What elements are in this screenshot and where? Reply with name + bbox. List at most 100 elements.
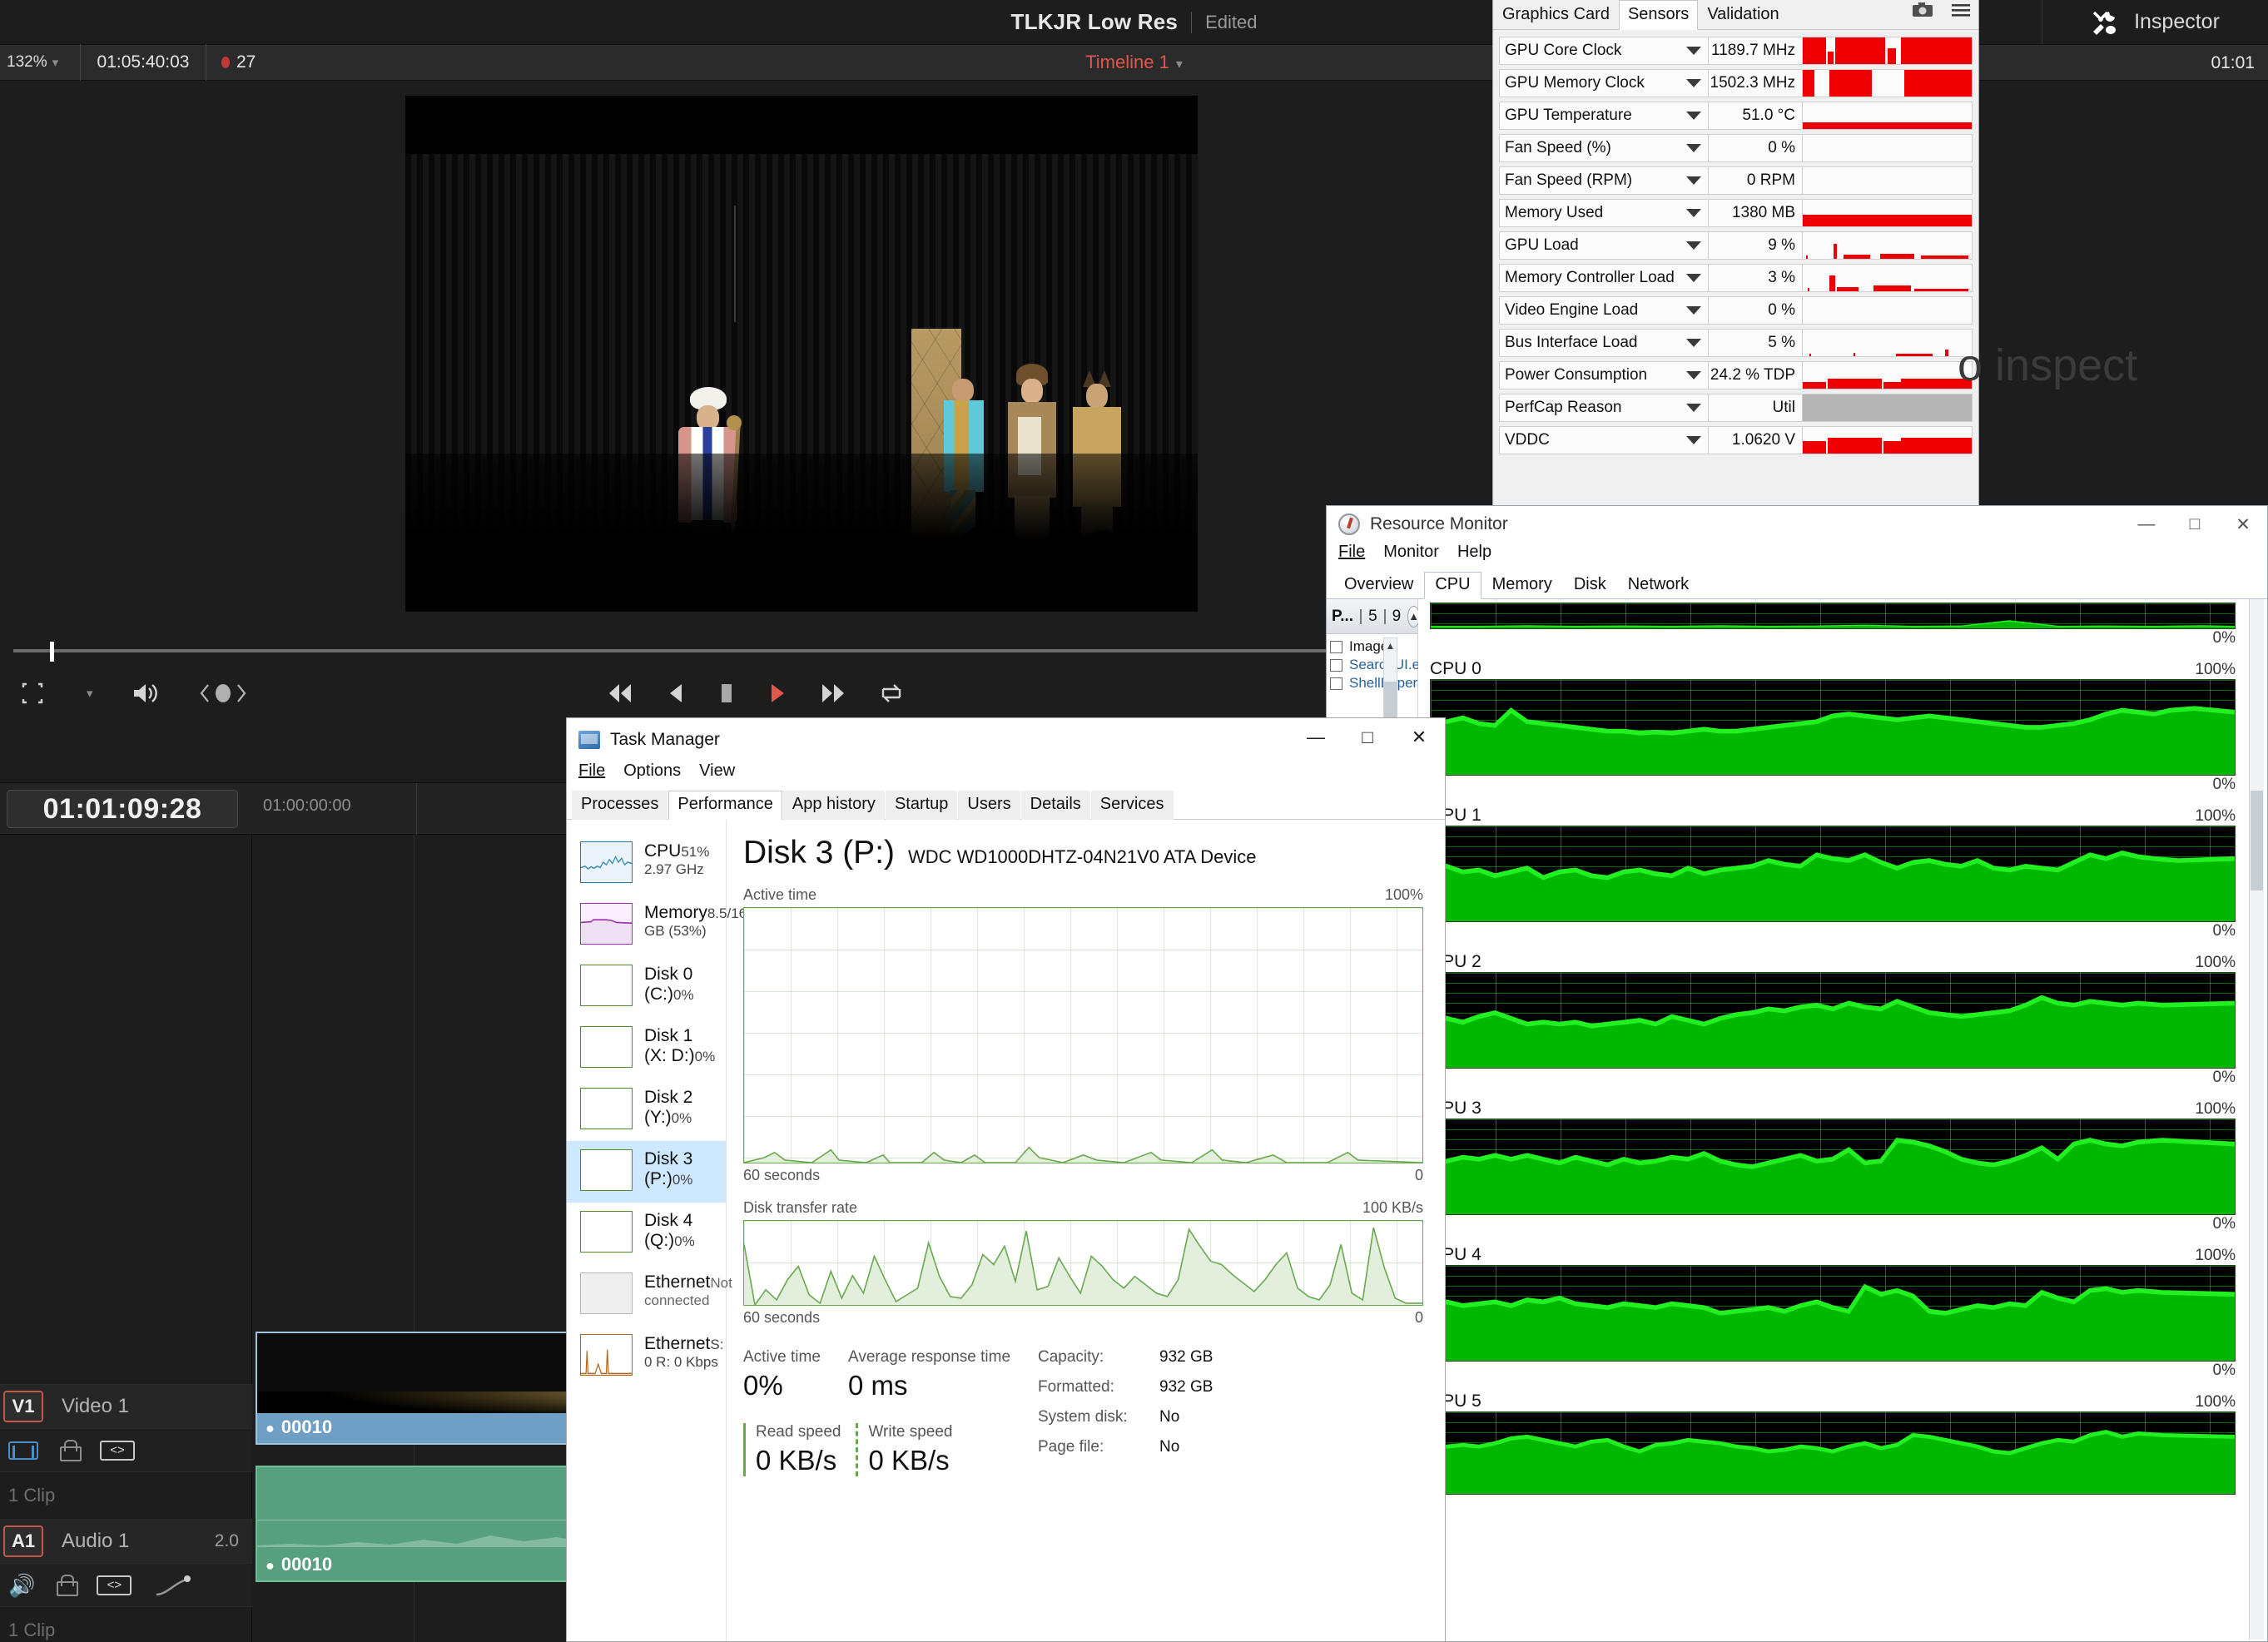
resource-item-memory[interactable]: Memory8.5/16.0 GB (53%) <box>567 895 758 956</box>
minimize-button[interactable]: — <box>2122 506 2171 543</box>
chevron-down-icon[interactable] <box>1686 241 1701 250</box>
process-panel-header[interactable]: P... 5 9 ▲ <box>1327 599 1421 634</box>
tab-overview[interactable]: Overview <box>1333 572 1424 599</box>
menu-help[interactable]: Help <box>1457 543 1491 569</box>
in-out-icon[interactable] <box>198 682 248 704</box>
sensor-row[interactable]: PerfCap Reason Util <box>1499 392 1973 424</box>
row-checkbox[interactable] <box>1330 677 1342 690</box>
maximize-button[interactable]: □ <box>2171 506 2219 543</box>
sensor-name[interactable]: GPU Core Clock <box>1499 37 1709 65</box>
sensor-name[interactable]: Fan Speed (%) <box>1499 134 1709 162</box>
tab-startup[interactable]: Startup <box>885 791 958 820</box>
task-manager-window[interactable]: Task Manager — □ ✕ File Options View Pro… <box>566 717 1446 1642</box>
tab-sensors[interactable]: Sensors <box>1618 0 1699 30</box>
chevron-down-icon[interactable] <box>1686 112 1701 120</box>
sensor-row[interactable]: Power Consumption 24.2 % TDP <box>1499 360 1973 391</box>
track-header-v1[interactable]: V1 Video 1 <> 1 Clip <box>0 1384 252 1519</box>
sensor-row[interactable]: Video Engine Load 0 % <box>1499 295 1973 326</box>
skip-to-start-icon[interactable] <box>606 682 634 705</box>
sensor-row[interactable]: GPU Temperature 51.0 °C <box>1499 100 1973 131</box>
menu-monitor[interactable]: Monitor <box>1383 543 1439 569</box>
chevron-down-icon[interactable] <box>1686 274 1701 282</box>
menu-file[interactable]: File <box>1338 543 1365 569</box>
cpu-pane-scrollbar[interactable] <box>2249 599 2264 1640</box>
sensor-row[interactable]: Bus Interface Load 5 % <box>1499 327 1973 359</box>
chevron-down-icon[interactable] <box>1686 47 1701 55</box>
tab-app-history[interactable]: App history <box>782 791 885 820</box>
auto-select-icon[interactable]: <> <box>97 1575 132 1595</box>
sensor-row[interactable]: GPU Memory Clock 1502.3 MHz <box>1499 67 1973 99</box>
sensor-name[interactable]: Memory Used <box>1499 199 1709 227</box>
tab-network[interactable]: Network <box>1617 572 1700 599</box>
resource-item-disk3[interactable]: Disk 3 (P:)0% <box>567 1141 726 1203</box>
sensor-name[interactable]: Video Engine Load <box>1499 296 1709 325</box>
resource-item-ethernet[interactable]: EthernetS: 0 R: 0 Kbps <box>567 1326 726 1387</box>
timeline-playhead-timecode[interactable]: 01:01:09:28 <box>7 790 238 828</box>
play-icon[interactable] <box>767 682 787 705</box>
maximize-button[interactable]: □ <box>1342 718 1393 757</box>
audio-curve-icon[interactable] <box>153 1575 191 1596</box>
resource-monitor-window[interactable]: Resource Monitor — □ ✕ File Monitor Help… <box>1326 505 2268 1642</box>
sensor-name[interactable]: Bus Interface Load <box>1499 329 1709 357</box>
chevron-down-icon[interactable] <box>1686 306 1701 315</box>
stop-icon[interactable] <box>717 682 736 705</box>
tab-cpu[interactable]: CPU <box>1424 572 1481 599</box>
chevron-down-icon[interactable] <box>1686 176 1701 185</box>
chevron-down-icon[interactable] <box>1686 436 1701 444</box>
sensor-row[interactable]: Memory Controller Load 3 % <box>1499 262 1973 294</box>
fit-icon[interactable] <box>22 682 43 704</box>
sensor-name[interactable]: Memory Controller Load <box>1499 264 1709 292</box>
sensor-name[interactable]: Power Consumption <box>1499 361 1709 389</box>
tab-validation[interactable]: Validation <box>1698 0 1788 30</box>
row-checkbox[interactable] <box>1330 640 1342 653</box>
scrollbar-thumb[interactable] <box>2251 791 2263 890</box>
video-preview[interactable] <box>405 96 1198 612</box>
resource-item-disk4[interactable]: Disk 4 (Q:)0% <box>567 1203 726 1264</box>
step-backward-icon[interactable] <box>666 682 686 705</box>
close-button[interactable]: ✕ <box>1393 718 1445 757</box>
sensor-name[interactable]: GPU Temperature <box>1499 102 1709 130</box>
skip-to-end-icon[interactable] <box>819 682 847 705</box>
track-badge-a1[interactable]: A1 <box>3 1525 43 1557</box>
tab-details[interactable]: Details <box>1020 791 1090 820</box>
performance-resource-list[interactable]: CPU51% 2.97 GHz Memory8.5/16.0 GB (53%) … <box>567 820 758 1641</box>
chevron-down-icon[interactable]: ▾ <box>87 686 93 701</box>
resource-item-disk1[interactable]: Disk 1 (X: D:)0% <box>567 1018 726 1079</box>
track-badge-v1[interactable]: V1 <box>3 1391 43 1422</box>
tab-disk[interactable]: Disk <box>1563 572 1617 599</box>
lock-icon[interactable] <box>57 1574 79 1596</box>
speaker-icon[interactable]: 🔊 <box>8 1575 35 1596</box>
gpuz-window[interactable]: Graphics Card Sensors Validation GPU Cor… <box>1492 0 1979 508</box>
sensor-name[interactable]: Fan Speed (RPM) <box>1499 166 1709 195</box>
speaker-icon[interactable] <box>132 682 160 705</box>
row-checkbox[interactable] <box>1330 658 1342 672</box>
close-button[interactable]: ✕ <box>2219 506 2267 543</box>
chevron-down-icon[interactable] <box>1686 371 1701 379</box>
tab-processes[interactable]: Processes <box>572 791 668 820</box>
resource-item-ethernet-disconnected[interactable]: EthernetNot connected <box>567 1264 732 1326</box>
menu-view[interactable]: View <box>699 761 735 788</box>
sensor-row[interactable]: Fan Speed (RPM) 0 RPM <box>1499 165 1973 196</box>
track-header-a1[interactable]: A1 Audio 1 2.0 🔊 <> 1 Clip <box>0 1519 252 1642</box>
tab-performance[interactable]: Performance <box>668 791 782 820</box>
resource-item-disk2[interactable]: Disk 2 (Y:)0% <box>567 1079 726 1141</box>
resource-item-cpu[interactable]: CPU51% 2.97 GHz <box>567 833 726 895</box>
menu-file[interactable]: File <box>578 761 605 788</box>
chevron-down-icon[interactable] <box>1686 79 1701 87</box>
sensor-row[interactable]: VDDC 1.0620 V <box>1499 424 1973 456</box>
hamburger-menu-icon[interactable] <box>1950 2 1972 22</box>
sensor-name[interactable]: PerfCap Reason <box>1499 394 1709 422</box>
sensor-row[interactable]: GPU Load 9 % <box>1499 230 1973 261</box>
chevron-down-icon[interactable] <box>1686 404 1701 412</box>
lock-icon[interactable] <box>60 1439 82 1461</box>
tab-graphics-card[interactable]: Graphics Card <box>1493 0 1619 30</box>
zoom-level-dropdown[interactable]: 132% ▾ <box>0 53 80 72</box>
process-list[interactable]: Image SearchUI.exe ShellExperienceHos. <box>1327 634 1481 692</box>
menu-options[interactable]: Options <box>623 761 681 788</box>
tab-memory[interactable]: Memory <box>1481 572 1563 599</box>
sensor-row[interactable]: Memory Used 1380 MB <box>1499 197 1973 229</box>
tab-users[interactable]: Users <box>958 791 1020 820</box>
sensor-name[interactable]: VDDC <box>1499 426 1709 454</box>
scrubber-playhead[interactable] <box>50 642 54 662</box>
chevron-down-icon[interactable] <box>1686 339 1701 347</box>
